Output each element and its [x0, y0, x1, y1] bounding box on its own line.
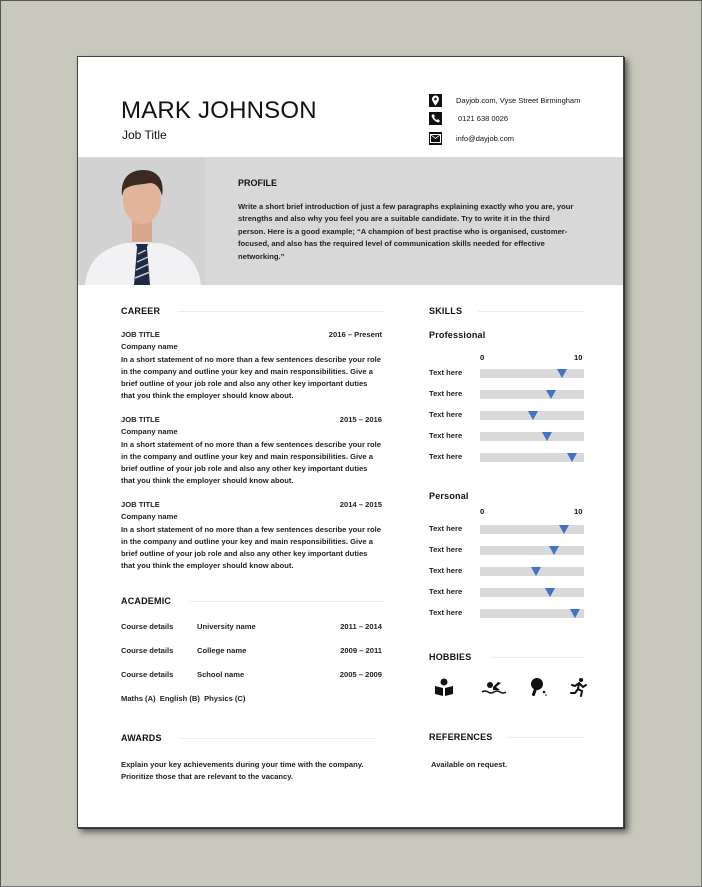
job-description: In a short statement of no more than a f…	[121, 524, 381, 571]
awards-divider	[178, 738, 376, 739]
job-description: In a short statement of no more than a f…	[121, 439, 381, 486]
scale-min: 0	[480, 353, 485, 362]
skill-label: Text here	[429, 545, 463, 554]
skill-label: Text here	[429, 608, 463, 617]
skill-label: Text here	[429, 410, 463, 419]
skill-level-marker	[528, 411, 539, 420]
skill-bar	[480, 609, 584, 618]
career-entry: JOB TITLE 2014 – 2015 Company name In a s…	[121, 499, 382, 573]
running-icon	[568, 677, 588, 697]
contact-phone: 0121 638 0026	[429, 111, 508, 125]
skill-level-marker	[557, 369, 568, 378]
company-name: Company name	[121, 342, 178, 352]
job-description: In a short statement of no more than a f…	[121, 354, 381, 401]
profile-heading: PROFILE	[238, 178, 278, 188]
location-pin-icon	[429, 93, 442, 107]
skill-bar	[480, 525, 584, 534]
skill-bar	[480, 369, 584, 378]
skill-level-marker	[559, 525, 570, 534]
references-text: Available on request.	[431, 760, 508, 769]
career-entry: JOB TITLE 2015 – 2016 Company name In a s…	[121, 414, 382, 488]
email-icon	[429, 131, 442, 145]
skill-level-marker	[569, 609, 580, 618]
contact-address-text: Dayjob.com, Vyse Street Birmingham	[456, 95, 581, 105]
career-heading: CAREER	[121, 306, 161, 316]
job-dates: 2014 – 2015	[339, 500, 382, 509]
job-dates: 2015 – 2016	[339, 415, 382, 424]
company-name: Company name	[121, 427, 178, 437]
job-title: JOB TITLE	[121, 415, 160, 424]
institution-name: College name	[197, 646, 247, 655]
skills-heading: SKILLS	[429, 306, 463, 316]
academic-grades: Maths (A) English (B) Physics (C)	[121, 694, 246, 703]
skill-bar	[480, 432, 584, 441]
skill-label: Text here	[429, 566, 463, 575]
skill-level-marker	[541, 432, 552, 441]
contact-email: info@dayjob.com	[429, 131, 514, 145]
skill-label: Text here	[429, 389, 463, 398]
academic-row: Course details School name 2005 – 2009	[121, 670, 382, 679]
contact-phone-text: 0121 638 0026	[458, 113, 509, 123]
academic-dates: 2009 – 2011	[340, 646, 382, 655]
hobbies-divider	[490, 657, 584, 658]
scale-min: 0	[480, 507, 485, 516]
skill-label: Text here	[429, 524, 463, 533]
contact-address: Dayjob.com, Vyse Street Birmingham	[429, 93, 580, 107]
skill-level-marker	[566, 453, 577, 462]
institution-name: University name	[197, 622, 256, 631]
academic-divider	[190, 601, 383, 602]
profile-photo	[80, 158, 205, 285]
skill-level-marker	[544, 588, 555, 597]
academic-row: Course details University name 2011 – 20…	[121, 622, 382, 631]
skill-bar	[480, 567, 584, 576]
contact-email-text: info@dayjob.com	[456, 133, 515, 143]
company-name: Company name	[121, 512, 178, 522]
skill-label: Text here	[429, 368, 463, 377]
skill-bar	[480, 588, 584, 597]
skill-bar	[480, 546, 584, 555]
job-title: JOB TITLE	[121, 500, 160, 509]
course-details: Course details	[121, 622, 174, 631]
scale-max: 10	[574, 353, 583, 362]
candidate-job-title: Job Title	[122, 128, 167, 142]
job-title: JOB TITLE	[121, 330, 160, 339]
skills-divider	[478, 311, 584, 312]
awards-heading: AWARDS	[121, 733, 162, 743]
reading-icon	[434, 677, 454, 697]
course-details: Course details	[121, 670, 174, 679]
phone-icon	[429, 111, 442, 125]
academic-dates: 2005 – 2009	[339, 670, 382, 679]
awards-text: Explain your key achievements during you…	[121, 760, 364, 782]
academic-row: Course details College name 2009 – 2011	[121, 646, 382, 655]
academic-dates: 2011 – 2014	[340, 622, 382, 631]
course-details: Course details	[121, 646, 174, 655]
skill-label: Text here	[429, 431, 463, 440]
skill-level-marker	[531, 567, 542, 576]
skill-bar	[480, 390, 584, 399]
career-divider	[178, 311, 383, 312]
hobbies-heading: HOBBIES	[429, 652, 472, 662]
profile-text: Write a short brief introduction of just…	[238, 202, 574, 261]
skill-label: Text here	[429, 587, 463, 596]
career-entry: JOB TITLE 2016 – Present Company name In …	[121, 329, 382, 403]
skill-level-marker	[545, 390, 556, 399]
skill-level-marker	[548, 546, 559, 555]
cv-page: MARK JOHNSON Job Title Dayjob.com, Vyse …	[77, 56, 624, 828]
table-tennis-icon	[529, 677, 549, 697]
skill-bar	[480, 411, 584, 420]
candidate-name: MARK JOHNSON	[121, 97, 317, 124]
skill-bar	[480, 453, 584, 462]
skills-group-personal: Personal	[429, 491, 469, 501]
scale-max: 10	[574, 507, 583, 516]
skills-group-professional: Professional	[429, 330, 486, 340]
references-heading: REFERENCES	[429, 732, 493, 742]
institution-name: School name	[197, 670, 245, 679]
references-divider	[506, 737, 584, 738]
academic-heading: ACADEMIC	[121, 596, 172, 606]
skill-label: Text here	[429, 452, 463, 461]
swimming-icon	[481, 677, 507, 697]
job-dates: 2016 – Present	[328, 330, 382, 339]
